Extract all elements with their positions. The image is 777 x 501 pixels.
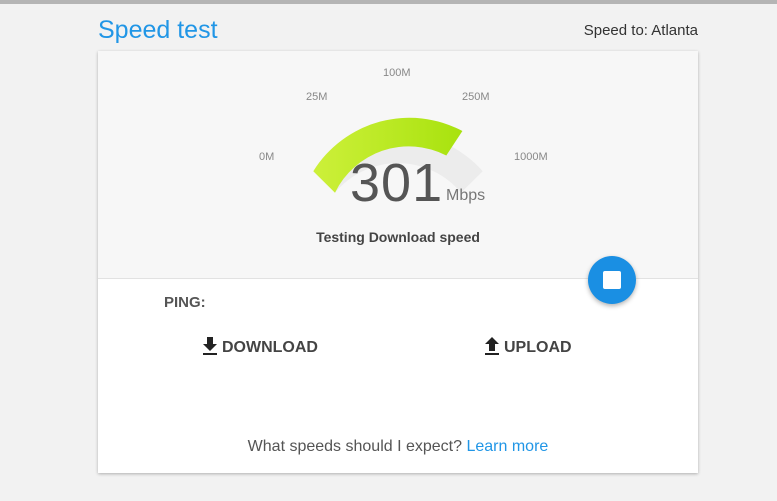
- gauge-panel: 0M 25M 100M 250M 1000M 301 Mbps Testing …: [98, 51, 698, 279]
- expect-question: What speeds should I expect?: [247, 438, 463, 455]
- upload-label: UPLOAD: [504, 339, 572, 356]
- speed-value: 301: [350, 153, 444, 213]
- top-bar: [0, 0, 777, 4]
- stop-button[interactable]: [588, 256, 636, 304]
- speed-to-server: Speed to: Atlanta: [583, 22, 698, 39]
- download-icon: [203, 337, 217, 355]
- tick-label: 25M: [306, 91, 328, 103]
- tick-label: 1000M: [514, 151, 548, 163]
- ping-label: PING:: [164, 294, 206, 311]
- stop-icon: [603, 271, 621, 289]
- speed-unit: Mbps: [446, 187, 486, 204]
- test-status: Testing Download speed: [316, 229, 480, 245]
- tick-label: 0M: [259, 151, 275, 163]
- upload-icon: [485, 337, 499, 355]
- tick-label: 100M: [383, 67, 411, 79]
- download-label: DOWNLOAD: [222, 339, 318, 356]
- tick-label: 250M: [462, 91, 490, 103]
- speed-test-card: 0M 25M 100M 250M 1000M 301 Mbps Testing …: [98, 51, 698, 473]
- page-title: Speed test: [98, 16, 218, 44]
- learn-more-link[interactable]: Learn more: [466, 438, 548, 455]
- upload-metric: UPLOAD: [484, 337, 572, 357]
- download-metric: DOWNLOAD: [202, 337, 318, 357]
- footer-text: What speeds should I expect? Learn more: [98, 438, 698, 456]
